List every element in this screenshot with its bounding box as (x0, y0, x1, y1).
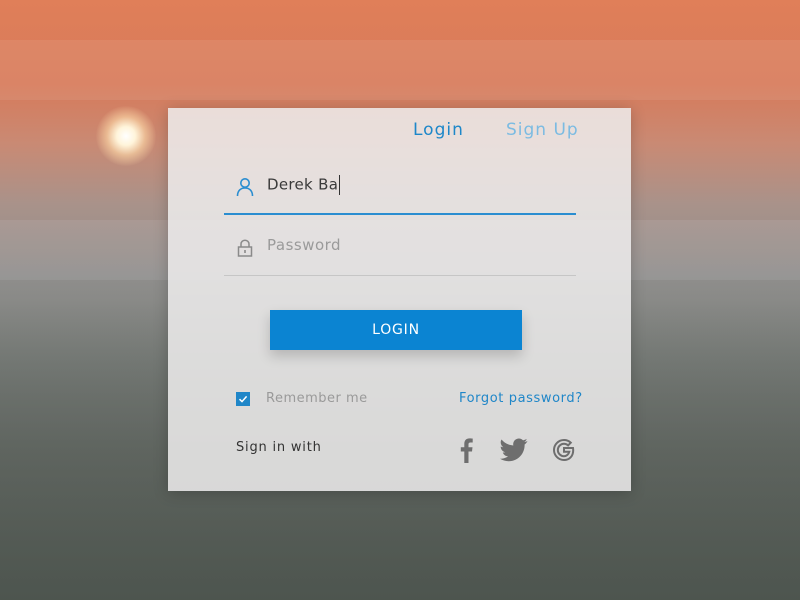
remember-label: Remember me (266, 391, 368, 406)
lock-icon (236, 238, 254, 258)
user-icon (236, 177, 254, 197)
login-card (168, 108, 631, 491)
sun (96, 106, 156, 166)
sign-in-with-label: Sign in with (236, 440, 322, 455)
password-field[interactable]: Password (224, 234, 576, 276)
username-value: Derek Ba (267, 175, 341, 195)
username-underline (224, 213, 576, 215)
forgot-password-link[interactable]: Forgot password? (459, 391, 583, 406)
twitter-icon[interactable] (500, 436, 528, 464)
google-icon[interactable] (550, 436, 578, 464)
tab-signup[interactable]: Sign Up (506, 120, 579, 140)
login-button[interactable]: LOGIN (270, 310, 522, 350)
tab-login[interactable]: Login (413, 120, 464, 140)
remember-me[interactable]: Remember me (236, 391, 368, 406)
checkmark-icon (238, 395, 248, 403)
text-caret (339, 175, 341, 195)
password-underline (224, 275, 576, 276)
remember-checkbox[interactable] (236, 391, 250, 406)
facebook-icon[interactable] (452, 436, 480, 464)
password-placeholder: Password (267, 236, 342, 254)
haze-band (0, 40, 800, 100)
username-field[interactable]: Derek Ba (224, 173, 576, 215)
